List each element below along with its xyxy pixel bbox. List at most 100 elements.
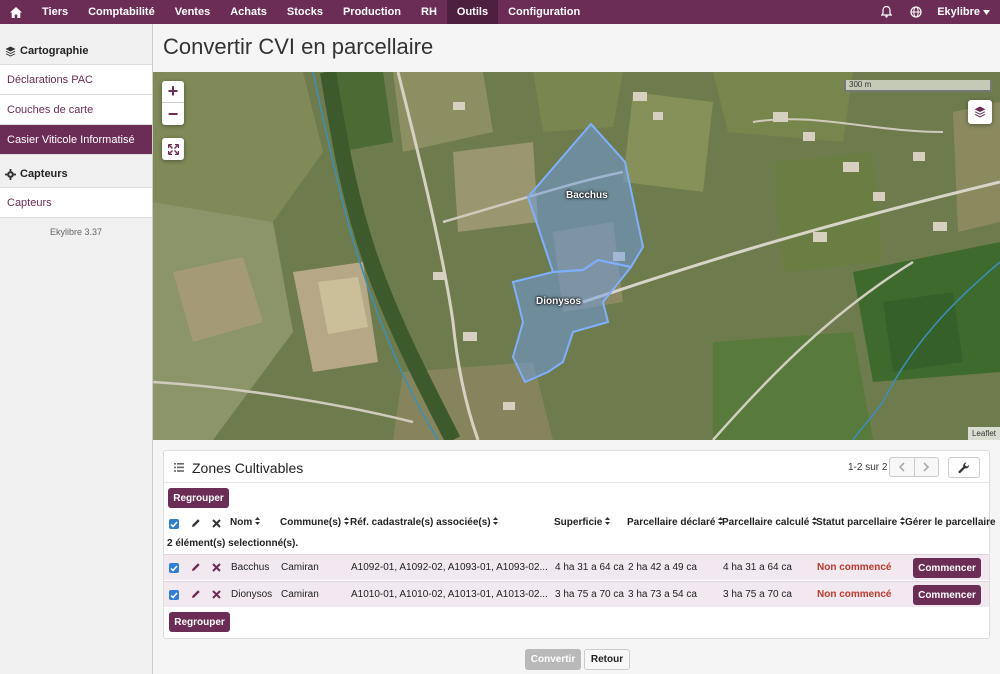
table-settings-button[interactable] [948, 457, 980, 478]
cell-refs: A1010-01, A1010-02, A1013-01, A1013-02..… [351, 589, 548, 600]
back-button[interactable]: Retour [584, 649, 630, 670]
delete-icon[interactable] [212, 563, 221, 572]
edit-icon[interactable] [191, 589, 201, 599]
column-header-superficie[interactable]: Superficie [554, 517, 611, 528]
regroup-button-top[interactable]: Regrouper [168, 488, 229, 508]
gear-icon [5, 168, 16, 180]
cell-statut: Non commencé [817, 589, 892, 600]
home-icon [10, 6, 22, 18]
cell-calcule: 4 ha 31 a 64 ca [723, 562, 792, 573]
map-parcel-label-bacchus: Bacchus [566, 190, 608, 201]
cell-commune: Camiran [281, 589, 319, 600]
sort-icon [493, 517, 499, 525]
nav-rh[interactable]: RH [411, 0, 447, 24]
cell-superficie: 3 ha 75 a 70 ca [555, 589, 624, 600]
select-all-checkbox[interactable] [169, 519, 179, 529]
checkmark-icon [170, 565, 178, 572]
sidebar-group-title: Capteurs [20, 168, 68, 180]
chevron-right-icon [923, 462, 930, 472]
column-header-parcellaire-declare[interactable]: Parcellaire déclaré [627, 517, 724, 528]
map-parcel-label-dionysos: Dionysos [536, 296, 582, 307]
page-title: Convertir CVI en parcellaire [163, 34, 434, 59]
selection-info: 2 élément(s) selectionné(s). [167, 538, 299, 549]
row-checkbox[interactable] [169, 590, 179, 600]
globe-icon [910, 6, 922, 18]
sidebar-item-casier-viticole[interactable]: Casier Viticole Informatisé [0, 125, 152, 155]
layers-icon [5, 46, 16, 56]
cell-commune: Camiran [281, 562, 319, 573]
start-button[interactable]: Commencer [913, 558, 981, 578]
layers-icon [974, 106, 986, 118]
zoom-out-button[interactable]: − [162, 103, 184, 125]
column-header-nom[interactable]: Nom [230, 517, 261, 528]
cell-statut: Non commencé [817, 562, 892, 573]
map-scale: 300 m [844, 80, 992, 92]
delete-icon[interactable] [212, 590, 221, 599]
nav-stocks[interactable]: Stocks [277, 0, 333, 24]
regroup-button-bottom[interactable]: Regrouper [169, 612, 230, 632]
convert-button[interactable]: Convertir [525, 649, 581, 670]
language-button[interactable] [901, 0, 931, 24]
previous-page-button[interactable] [890, 458, 915, 476]
panel-header: Zones Cultivables 1-2 sur 2 [164, 451, 989, 483]
nav-production[interactable]: Production [333, 0, 411, 24]
cell-calcule: 3 ha 75 a 70 ca [723, 589, 792, 600]
top-nav-right: Ekylibre [871, 0, 1000, 24]
chevron-left-icon [898, 462, 905, 472]
column-header-statut[interactable]: Statut parcellaire [816, 517, 905, 528]
row-checkbox[interactable] [169, 563, 179, 573]
sidebar-group-title: Cartographie [20, 45, 89, 57]
sort-icon [605, 517, 611, 525]
next-page-button[interactable] [915, 458, 939, 476]
nav-outils[interactable]: Outils [446, 0, 499, 24]
sort-icon [255, 517, 261, 525]
map-attribution[interactable]: Leaflet [967, 427, 1000, 440]
top-navigation: Tiers Comptabilité Ventes Achats Stocks … [0, 0, 1000, 24]
edit-icon[interactable] [191, 562, 201, 572]
sidebar-item-declarations-pac[interactable]: Déclarations PAC [0, 65, 152, 95]
sidebar-group-cartographie: Cartographie [0, 38, 152, 64]
zoom-control: + − [162, 81, 184, 125]
expand-icon [167, 143, 179, 155]
table-row: Bacchus Camiran A1092-01, A1092-02, A109… [164, 554, 989, 580]
cell-nom: Bacchus [231, 562, 270, 573]
nav-configuration[interactable]: Configuration [498, 0, 590, 24]
sidebar-item-couches-de-carte[interactable]: Couches de carte [0, 95, 152, 125]
bulk-delete-icon[interactable] [212, 519, 221, 528]
zoom-in-button[interactable]: + [162, 81, 184, 103]
column-header-parcellaire-calcule[interactable]: Parcellaire calculé [722, 517, 818, 528]
sidebar-group-capteurs: Capteurs [0, 161, 152, 187]
sidebar-items-capteurs: Capteurs [0, 187, 152, 218]
sidebar-items-cartographie: Déclarations PAC Couches de carte Casier… [0, 64, 152, 155]
list-icon [174, 463, 184, 472]
app-version: Ekylibre 3.37 [49, 227, 103, 237]
map-view[interactable]: Bacchus Dionysos + − 300 m Leaflet [153, 72, 1000, 440]
start-button[interactable]: Commencer [913, 585, 981, 605]
sidebar-item-capteurs[interactable]: Capteurs [0, 188, 152, 218]
cell-nom: Dionysos [231, 589, 273, 600]
form-actions: Convertir Retour [525, 649, 630, 670]
wrench-icon [958, 462, 970, 473]
pagination-controls [889, 457, 939, 477]
satellite-map-background [153, 72, 1000, 440]
user-menu[interactable]: Ekylibre [931, 6, 1000, 18]
caret-down-icon [983, 9, 990, 15]
checkmark-icon [170, 592, 178, 599]
nav-ventes[interactable]: Ventes [165, 0, 220, 24]
pagination-info: 1-2 sur 2 [848, 462, 888, 473]
column-header-commune[interactable]: Commune(s) [280, 517, 349, 528]
nav-achats[interactable]: Achats [220, 0, 277, 24]
home-button[interactable] [0, 0, 32, 24]
layers-button[interactable] [968, 100, 992, 124]
sidebar: Cartographie Déclarations PAC Couches de… [0, 24, 153, 674]
bulk-edit-icon[interactable] [191, 518, 201, 528]
cultivable-zones-panel: Zones Cultivables 1-2 sur 2 Regrouper No… [163, 450, 996, 639]
column-header-gerer: Gérer le parcellaire [905, 517, 996, 528]
column-header-ref-cadastrale[interactable]: Réf. cadastrale(s) associée(s) [350, 517, 499, 528]
notifications-button[interactable] [871, 0, 901, 24]
nav-comptabilite[interactable]: Comptabilité [78, 0, 165, 24]
fullscreen-button[interactable] [162, 138, 184, 160]
nav-tiers[interactable]: Tiers [32, 0, 78, 24]
user-name: Ekylibre [937, 6, 980, 18]
checkmark-icon [170, 521, 178, 528]
